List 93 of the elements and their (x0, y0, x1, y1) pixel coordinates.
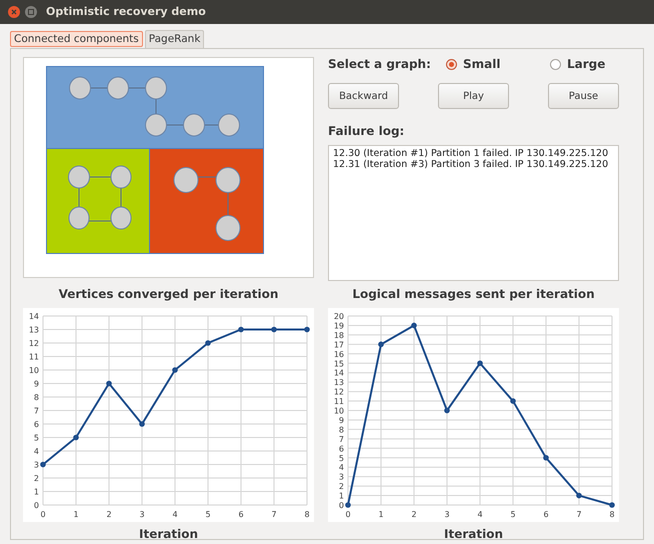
x-axis-label: Iteration (139, 526, 198, 543)
y-tick-label: 18 (334, 330, 344, 340)
y-tick-label: 10 (28, 366, 39, 375)
y-tick-label: 9 (34, 380, 39, 388)
x-tick-label: 1 (378, 510, 384, 519)
x-tick-label: 4 (477, 510, 483, 519)
data-point (378, 342, 384, 348)
y-tick-label: 20 (334, 312, 344, 321)
radio-label[interactable]: Small (463, 55, 500, 73)
x-tick-label: 2 (106, 510, 112, 519)
x-tick-label: 5 (510, 510, 516, 519)
y-tick-label: 2 (34, 474, 39, 483)
window-title: Optimistic recovery demo (46, 4, 206, 20)
y-tick-label: 3 (338, 472, 344, 482)
failure-log-label: Failure log: (328, 123, 406, 140)
x-tick-label: 2 (411, 510, 417, 519)
close-icon[interactable] (8, 6, 20, 18)
data-point (543, 454, 549, 461)
data-point (40, 462, 46, 468)
x-tick-label: 6 (543, 510, 549, 519)
y-tick-label: 13 (334, 378, 344, 388)
data-point (345, 502, 351, 508)
tab[interactable]: Connected components (10, 31, 143, 47)
chart-title: Vertices converged per iteration (58, 286, 278, 303)
data-point (172, 367, 178, 373)
y-tick-label: 7 (338, 434, 344, 444)
y-tick-label: 17 (334, 340, 344, 350)
x-tick-label: 6 (238, 510, 244, 519)
data-point (477, 360, 483, 366)
data-point (609, 502, 615, 508)
x-tick-label: 8 (609, 510, 615, 519)
y-tick-label: 19 (334, 321, 344, 330)
data-point (444, 408, 450, 414)
data-point (139, 421, 145, 427)
x-tick-label: 0 (345, 510, 351, 519)
y-tick-label: 1 (34, 488, 39, 496)
y-tick-label: 3 (34, 460, 39, 470)
y-tick-label: 14 (334, 368, 344, 378)
y-tick-label: 4 (338, 463, 344, 472)
y-tick-label: 14 (28, 312, 39, 321)
x-tick-label: 8 (304, 510, 310, 519)
chart-title: Logical messages sent per iteration (352, 286, 595, 303)
y-tick-label: 8 (338, 425, 344, 434)
data-point (73, 434, 79, 440)
data-point (238, 326, 244, 332)
push-button[interactable]: Pause (548, 83, 619, 109)
data-point (411, 322, 417, 328)
graph-select-label: Select a graph: (328, 56, 432, 73)
failure-log-box[interactable]: 12.30 (Iteration #1) Partition 1 failed. IP 130.149.225.120 12.31 (Iteration #3) Partition 3 failed. IP 130.149.225.120 (328, 145, 619, 281)
y-tick-label: 9 (338, 416, 344, 425)
y-tick-label: 1 (338, 492, 344, 501)
y-tick-label: 6 (34, 420, 39, 429)
x-tick-label: 1 (73, 510, 79, 519)
x-axis-label: Iteration (444, 526, 503, 543)
data-point (205, 340, 211, 346)
y-tick-label: 15 (334, 359, 344, 368)
data-point (304, 326, 310, 332)
y-tick-label: 11 (334, 397, 344, 406)
y-tick-label: 12 (28, 339, 39, 348)
y-tick-label: 7 (34, 406, 39, 416)
radio-button[interactable] (550, 58, 561, 70)
y-tick-label: 10 (334, 406, 344, 416)
data-point (271, 326, 277, 332)
minimize-icon[interactable] (25, 6, 37, 18)
y-tick-label: 13 (28, 326, 39, 334)
radio-label[interactable]: Large (567, 55, 606, 73)
x-tick-label: 4 (172, 510, 178, 519)
y-tick-label: 5 (34, 434, 39, 442)
y-tick-label: 8 (34, 393, 39, 402)
push-button[interactable]: Play (438, 83, 509, 109)
data-point (510, 398, 516, 404)
y-tick-label: 2 (338, 482, 344, 492)
x-tick-label: 3 (139, 510, 145, 519)
y-tick-label: 16 (334, 350, 344, 359)
log-entry: 12.31 (Iteration #3) Partition 3 failed. IP 130.149.225.120 (333, 159, 610, 170)
log-entry: 12.30 (Iteration #1) Partition 1 failed. IP 130.149.225.120 (333, 148, 610, 159)
y-tick-label: 4 (34, 447, 39, 456)
x-tick-label: 7 (271, 510, 277, 519)
y-tick-label: 11 (28, 352, 39, 362)
y-tick-label: 0 (34, 501, 39, 510)
tab[interactable]: PageRank (144, 30, 204, 48)
push-button[interactable]: Backward (328, 83, 399, 109)
x-tick-label: 0 (40, 510, 46, 519)
data-point (106, 380, 112, 386)
data-point (576, 492, 582, 498)
radio-button[interactable] (446, 58, 457, 70)
y-tick-label: 6 (338, 444, 344, 454)
y-tick-label: 5 (338, 454, 344, 463)
y-tick-label: 0 (338, 501, 344, 510)
x-tick-label: 5 (205, 510, 211, 519)
y-tick-label: 12 (334, 388, 344, 397)
x-tick-label: 3 (444, 510, 450, 519)
x-tick-label: 7 (576, 510, 582, 519)
